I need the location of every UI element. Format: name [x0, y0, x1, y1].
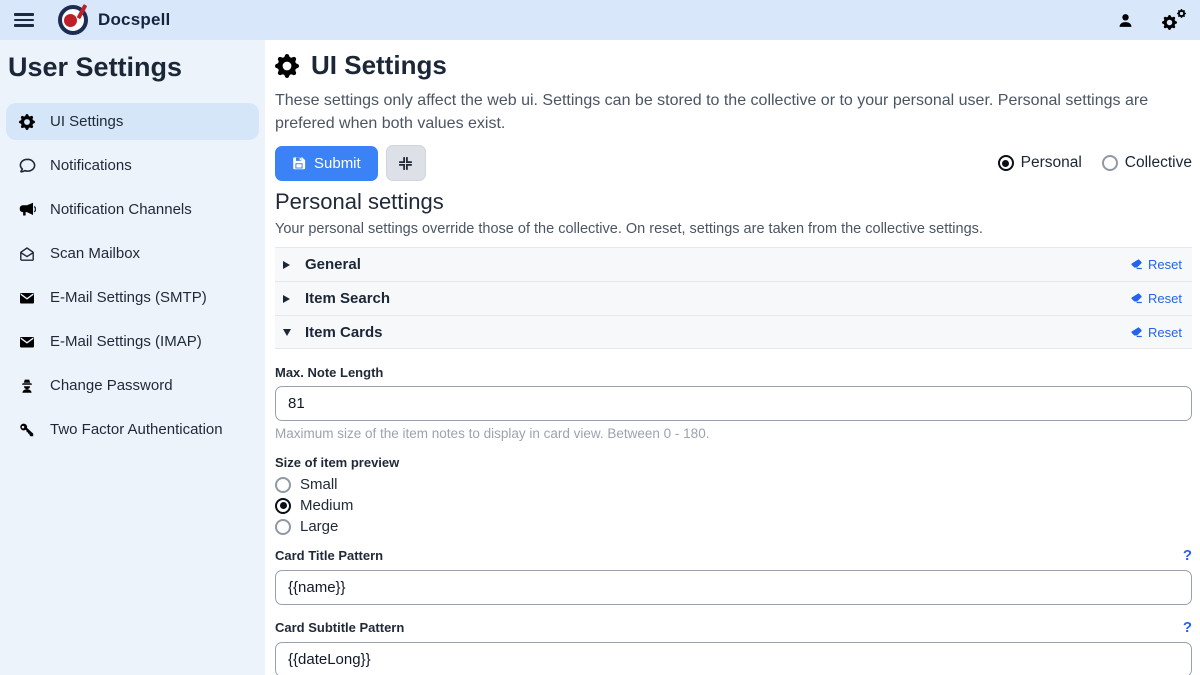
settings-accordion: General Reset Item Search Reset	[275, 247, 1192, 349]
preview-size-option-small[interactable]: Small	[275, 476, 1192, 493]
large-radio[interactable]	[275, 519, 291, 535]
sidebar-item-label: Two Factor Authentication	[50, 421, 223, 438]
sidebar-item-email-imap[interactable]: E-Mail Settings (IMAP)	[6, 323, 259, 360]
docspell-logo-icon	[58, 5, 88, 35]
sidebar-item-change-password[interactable]: Change Password	[6, 367, 259, 404]
page-description: These settings only affect the web ui. S…	[275, 89, 1192, 135]
gear-icon	[18, 114, 36, 130]
reset-item-search-link[interactable]: Reset	[1130, 291, 1182, 306]
accordion-item-search[interactable]: Item Search Reset	[275, 281, 1192, 315]
accordion-item-cards[interactable]: Item Cards Reset	[275, 315, 1192, 349]
sidebar-item-label: Change Password	[50, 377, 173, 394]
note-length-input[interactable]	[275, 386, 1192, 421]
eraser-icon	[1130, 326, 1143, 339]
main-content: UI Settings These settings only affect t…	[265, 40, 1200, 675]
card-title-help-icon[interactable]: ?	[1183, 547, 1192, 564]
card-title-label: Card Title Pattern	[275, 548, 383, 563]
preview-size-option-medium[interactable]: Medium	[275, 497, 1192, 514]
caret-right-icon	[283, 261, 297, 269]
user-menu-icon[interactable]	[1117, 12, 1134, 29]
preview-size-label: Size of item preview	[275, 455, 1192, 470]
envelope-open-icon	[18, 246, 36, 262]
eraser-icon	[1130, 292, 1143, 305]
card-subtitle-help-icon[interactable]: ?	[1183, 619, 1192, 636]
personal-radio[interactable]	[998, 155, 1014, 171]
sidebar-item-email-smtp[interactable]: E-Mail Settings (SMTP)	[6, 279, 259, 316]
preview-size-field: Size of item preview Small Medium Lar	[275, 455, 1192, 535]
sidebar-title: User Settings	[8, 52, 259, 83]
card-title-field: Card Title Pattern ?	[275, 547, 1192, 605]
bullhorn-icon	[18, 201, 36, 218]
accordion-general[interactable]: General Reset	[275, 247, 1192, 281]
medium-radio[interactable]	[275, 498, 291, 514]
top-navbar: Docspell	[0, 0, 1200, 40]
section-title: Personal settings	[275, 189, 1192, 215]
compress-icon	[398, 156, 413, 171]
sidebar-item-label: Notification Channels	[50, 201, 192, 218]
collective-radio[interactable]	[1102, 155, 1118, 171]
sidebar-item-notifications[interactable]: Notifications	[6, 147, 259, 184]
sidebar-item-label: Scan Mailbox	[50, 245, 140, 262]
comment-icon	[18, 157, 36, 174]
user-secret-icon	[18, 378, 36, 394]
sidebar-item-label: Notifications	[50, 157, 132, 174]
small-radio[interactable]	[275, 477, 291, 493]
sidebar-item-label: E-Mail Settings (IMAP)	[50, 333, 202, 350]
settings-cogs-icon[interactable]	[1162, 10, 1186, 30]
caret-down-icon	[283, 329, 297, 336]
save-icon	[292, 156, 306, 170]
collective-radio-label[interactable]: Collective	[1125, 154, 1192, 172]
brand[interactable]: Docspell	[58, 5, 170, 35]
note-length-field: Max. Note Length Maximum size of the ite…	[275, 365, 1192, 441]
sidebar-item-two-factor[interactable]: Two Factor Authentication	[6, 411, 259, 448]
sidebar: User Settings UI Settings Notifications …	[0, 40, 265, 675]
personal-radio-label[interactable]: Personal	[1021, 154, 1082, 172]
caret-right-icon	[283, 295, 297, 303]
navbar-actions	[1117, 10, 1186, 30]
card-subtitle-label: Card Subtitle Pattern	[275, 620, 404, 635]
page-title: UI Settings	[275, 50, 1192, 81]
preview-size-option-large[interactable]: Large	[275, 518, 1192, 535]
preview-size-options: Small Medium Large	[275, 476, 1192, 535]
note-length-help: Maximum size of the item notes to displa…	[275, 426, 1192, 441]
scope-selector: Personal Collective	[998, 154, 1192, 172]
reset-general-link[interactable]: Reset	[1130, 257, 1182, 272]
key-icon	[18, 422, 36, 438]
card-subtitle-input[interactable]	[275, 642, 1192, 675]
gear-icon	[275, 54, 299, 78]
item-cards-form: Max. Note Length Maximum size of the ite…	[275, 349, 1192, 675]
envelope-icon	[18, 334, 36, 350]
submit-button[interactable]: Submit	[275, 146, 378, 181]
sidebar-item-ui-settings[interactable]: UI Settings	[6, 103, 259, 140]
card-subtitle-field: Card Subtitle Pattern ?	[275, 619, 1192, 675]
collapse-all-button[interactable]	[386, 145, 426, 181]
sidebar-item-notification-channels[interactable]: Notification Channels	[6, 191, 259, 228]
toolbar: Submit Personal Collective	[275, 145, 1192, 181]
envelope-icon	[18, 290, 36, 306]
sidebar-item-label: E-Mail Settings (SMTP)	[50, 289, 207, 306]
brand-name: Docspell	[98, 10, 170, 30]
section-description: Your personal settings override those of…	[275, 221, 1192, 237]
eraser-icon	[1130, 258, 1143, 271]
reset-item-cards-link[interactable]: Reset	[1130, 325, 1182, 340]
docspell-app: Docspell User Settings UI Settings Notif…	[0, 0, 1200, 675]
note-length-label: Max. Note Length	[275, 365, 1192, 380]
menu-toggle-icon[interactable]	[14, 13, 34, 27]
sidebar-item-scan-mailbox[interactable]: Scan Mailbox	[6, 235, 259, 272]
sidebar-item-label: UI Settings	[50, 113, 123, 130]
card-title-input[interactable]	[275, 570, 1192, 605]
